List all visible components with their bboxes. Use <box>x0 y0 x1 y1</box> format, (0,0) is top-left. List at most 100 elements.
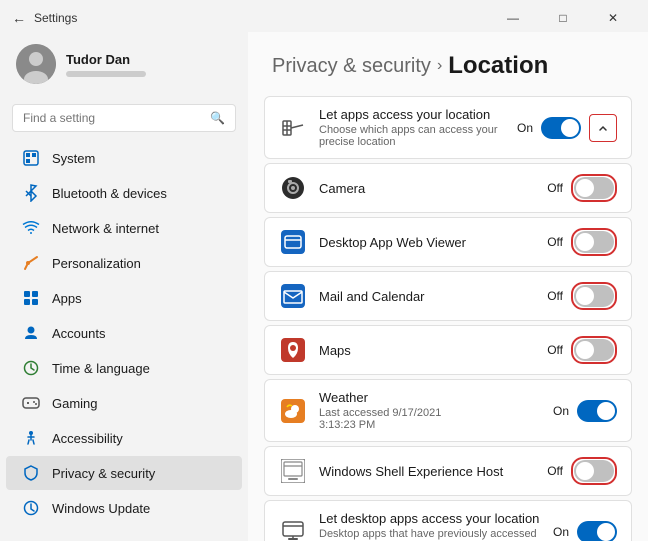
setting-row-maps: Maps Off <box>264 325 632 375</box>
sidebar-item-gaming[interactable]: Gaming <box>6 386 242 420</box>
shell-title: Windows Shell Experience Host <box>319 464 503 479</box>
back-icon[interactable]: ← <box>12 10 26 26</box>
desktop-web-toggle[interactable] <box>574 231 614 253</box>
sidebar-item-personalization[interactable]: Personalization <box>6 246 242 280</box>
sidebar-label-gaming: Gaming <box>52 396 98 411</box>
expand-button[interactable] <box>589 114 617 142</box>
system-icon <box>22 149 40 167</box>
search-input[interactable] <box>23 111 202 125</box>
main-toggle-status: On <box>517 121 533 135</box>
minimize-button[interactable]: — <box>490 6 536 30</box>
setting-text-shell: Windows Shell Experience Host <box>319 464 503 479</box>
maps-toggle-wrapper[interactable] <box>571 336 617 364</box>
desktop-apps-toggle-wrapper[interactable] <box>577 521 617 541</box>
toggle-knob <box>597 523 615 541</box>
weather-toggle[interactable] <box>577 400 617 422</box>
setting-left-shell: Windows Shell Experience Host <box>279 457 503 485</box>
desktop-apps-icon <box>279 518 307 541</box>
main-toggle-wrapper[interactable] <box>541 117 581 139</box>
camera-status: Off <box>547 181 563 195</box>
shell-toggle[interactable] <box>574 460 614 482</box>
setting-right-weather: On <box>553 400 617 422</box>
sidebar-item-accounts[interactable]: Accounts <box>6 316 242 350</box>
desktop-web-title: Desktop App Web Viewer <box>319 235 466 250</box>
setting-text-main: Let apps access your location Choose whi… <box>319 107 517 148</box>
apps-icon <box>22 289 40 307</box>
close-button[interactable]: ✕ <box>590 6 636 30</box>
breadcrumb-parent: Privacy & security <box>272 55 431 78</box>
toggle-knob <box>576 179 594 197</box>
accessibility-icon <box>22 429 40 447</box>
breadcrumb-arrow: › <box>437 57 442 75</box>
bluetooth-icon <box>22 184 40 202</box>
main-toggle-title: Let apps access your location <box>319 107 517 122</box>
sidebar-label-time: Time & language <box>52 361 150 376</box>
weather-status: On <box>553 404 569 418</box>
setting-row-weather: Weather Last accessed 9/17/2021 3:13:23 … <box>264 379 632 442</box>
camera-toggle[interactable] <box>574 177 614 199</box>
setting-right-camera: Off <box>547 174 617 202</box>
sidebar-label-bluetooth: Bluetooth & devices <box>52 186 167 201</box>
user-name: Tudor Dan <box>66 52 146 67</box>
mail-toggle[interactable] <box>574 285 614 307</box>
desktop-apps-title: Let desktop apps access your location <box>319 511 553 526</box>
desktop-apps-subtitle: Desktop apps that have previously access… <box>319 528 553 541</box>
shell-toggle-wrapper[interactable] <box>571 457 617 485</box>
desktop-web-toggle-wrapper[interactable] <box>571 228 617 256</box>
desktop-apps-status: On <box>553 525 569 539</box>
sidebar-item-accessibility[interactable]: Accessibility <box>6 421 242 455</box>
maximize-button[interactable]: □ <box>540 6 586 30</box>
camera-title: Camera <box>319 181 365 196</box>
setting-row-mail: Mail and Calendar Off <box>264 271 632 321</box>
weather-toggle-wrapper[interactable] <box>577 400 617 422</box>
avatar <box>16 44 56 84</box>
toggle-knob <box>576 287 594 305</box>
setting-text-desktop-web: Desktop App Web Viewer <box>319 235 466 250</box>
main-toggle[interactable] <box>541 117 581 139</box>
sidebar-item-privacy[interactable]: Privacy & security <box>6 456 242 490</box>
user-email-bar <box>66 71 146 77</box>
sidebar-item-system[interactable]: System <box>6 141 242 175</box>
setting-text-mail: Mail and Calendar <box>319 289 425 304</box>
sidebar-item-network[interactable]: Network & internet <box>6 211 242 245</box>
setting-text-maps: Maps <box>319 343 351 358</box>
location-icon <box>279 114 307 142</box>
setting-left-mail: Mail and Calendar <box>279 282 425 310</box>
nav-list: System Bluetooth & devices Network & int… <box>0 140 248 526</box>
titlebar: ← Settings — □ ✕ <box>0 0 648 32</box>
camera-toggle-wrapper[interactable] <box>571 174 617 202</box>
main-toggle-subtitle: Choose which apps can access your precis… <box>319 124 517 148</box>
maps-toggle[interactable] <box>574 339 614 361</box>
sidebar-item-bluetooth[interactable]: Bluetooth & devices <box>6 176 242 210</box>
gaming-icon <box>22 394 40 412</box>
sidebar-label-privacy: Privacy & security <box>52 466 155 481</box>
update-icon <box>22 499 40 517</box>
toggle-knob <box>576 462 594 480</box>
sidebar-label-accessibility: Accessibility <box>52 431 123 446</box>
desktop-web-app-icon <box>279 228 307 256</box>
maps-app-icon <box>279 336 307 364</box>
setting-right-desktop-apps: On <box>553 521 617 541</box>
setting-left-weather: Weather Last accessed 9/17/2021 3:13:23 … <box>279 390 441 431</box>
toggle-knob <box>576 341 594 359</box>
mail-status: Off <box>547 289 563 303</box>
sidebar-item-update[interactable]: Windows Update <box>6 491 242 525</box>
search-box[interactable]: 🔍 <box>12 104 236 132</box>
titlebar-controls: — □ ✕ <box>490 6 636 30</box>
sidebar-label-update: Windows Update <box>52 501 150 516</box>
weather-subtitle: Last accessed 9/17/2021 3:13:23 PM <box>319 407 441 431</box>
sidebar-label-accounts: Accounts <box>52 326 105 341</box>
toggle-knob <box>597 402 615 420</box>
setting-left-main: Let apps access your location Choose whi… <box>279 107 517 148</box>
desktop-apps-toggle[interactable] <box>577 521 617 541</box>
sidebar-item-time[interactable]: Time & language <box>6 351 242 385</box>
desktop-web-status: Off <box>547 235 563 249</box>
maps-title: Maps <box>319 343 351 358</box>
sidebar-item-apps[interactable]: Apps <box>6 281 242 315</box>
toggle-knob <box>561 119 579 137</box>
setting-left-desktop-web: Desktop App Web Viewer <box>279 228 466 256</box>
mail-toggle-wrapper[interactable] <box>571 282 617 310</box>
avatar-image <box>16 44 56 84</box>
setting-right-shell: Off <box>547 457 617 485</box>
setting-right-mail: Off <box>547 282 617 310</box>
